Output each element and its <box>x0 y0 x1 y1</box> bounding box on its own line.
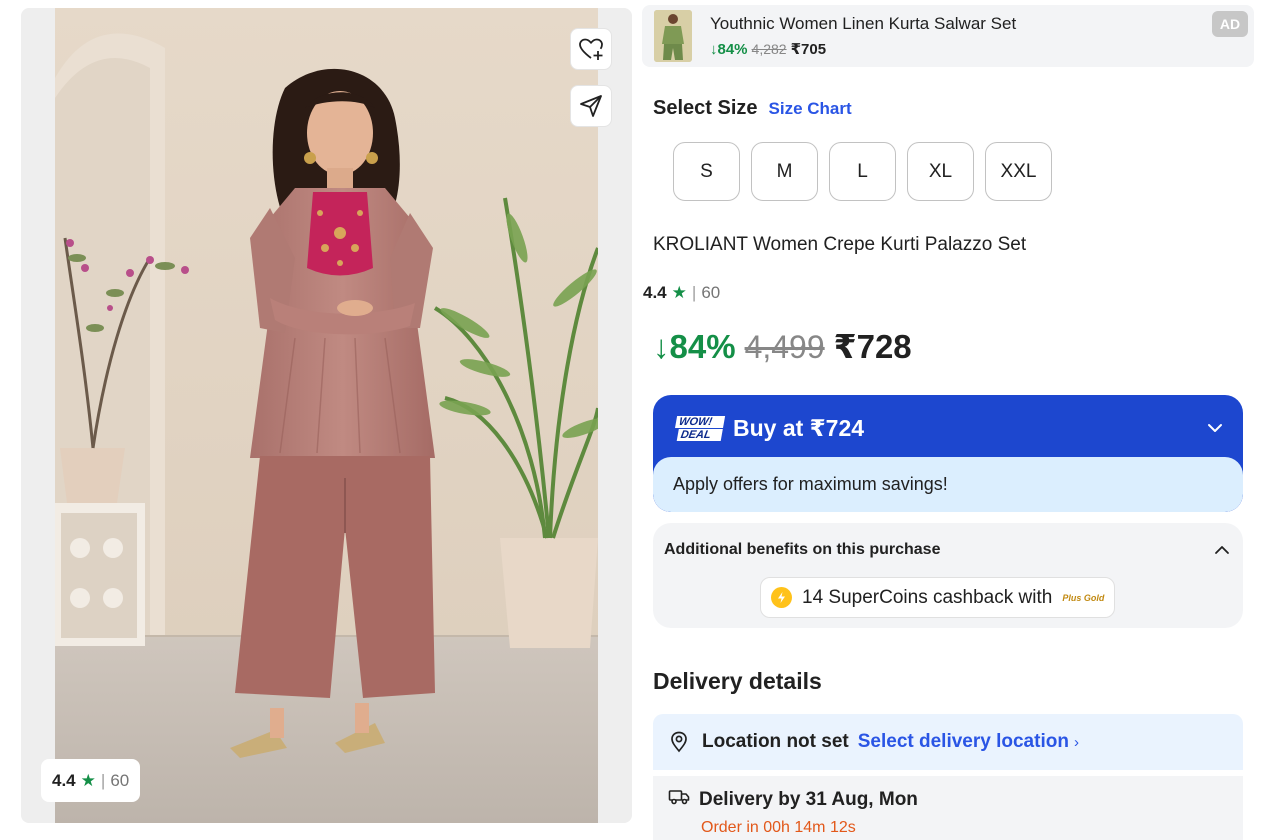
rating-count: 60 <box>110 770 130 790</box>
additional-benefits-card: Additional benefits on this purchase 14 … <box>653 523 1243 628</box>
supercoins-text: 14 SuperCoins cashback with <box>802 586 1053 608</box>
location-status: Location not set <box>702 731 849 752</box>
image-rating-chip: 4.4 ★ | 60 <box>41 759 141 802</box>
product-rating[interactable]: 4.4 ★ | 60 <box>643 283 720 303</box>
selling-price: ₹728 <box>833 328 912 365</box>
chevron-up-icon[interactable] <box>1213 541 1231 559</box>
size-options: S M L XL XXL <box>673 142 1052 201</box>
share-button[interactable] <box>570 85 612 127</box>
star-icon: ★ <box>671 283 687 302</box>
ad-badge: AD <box>1212 11 1248 37</box>
star-icon: ★ <box>80 770 96 790</box>
product-image[interactable] <box>55 8 598 823</box>
ad-price-row: ↓84% 4,282 ₹705 <box>710 40 826 58</box>
discount-percent: ↓84% <box>653 328 736 365</box>
order-countdown: Order in 00h 14m 12s <box>701 819 856 836</box>
select-location-link[interactable]: Select delivery location <box>858 731 1069 753</box>
delivery-details-heading: Delivery details <box>653 668 822 694</box>
plus-gold-label: Plus Gold <box>1062 592 1105 603</box>
location-pin-icon <box>671 731 687 753</box>
wow-deal-logo-line2: DEAL <box>676 428 723 441</box>
rating-value: 4.4 <box>52 770 76 790</box>
rating-value: 4.4 <box>643 283 667 302</box>
buy-at-price-label: Buy at ₹724 <box>733 414 865 441</box>
size-option-l[interactable]: L <box>829 142 896 201</box>
product-photo-illustration <box>55 8 598 823</box>
ad-product-thumbnail <box>654 10 692 62</box>
wow-deal-card[interactable]: WOW! DEAL Buy at ₹724 Apply offers for m… <box>653 395 1243 512</box>
size-option-xl[interactable]: XL <box>907 142 974 201</box>
mrp-price: 4,499 <box>744 329 825 365</box>
rating-count: 60 <box>701 283 721 302</box>
apply-offers-text: Apply offers for maximum savings! <box>653 457 1243 512</box>
chevron-right-icon: › <box>1073 733 1079 751</box>
supercoins-chip: 14 SuperCoins cashback with Plus Gold <box>760 577 1116 618</box>
select-size-label: Select Size <box>653 97 758 119</box>
delivery-estimate: Delivery by 31 Aug, Mon Order in 00h 14m… <box>653 776 1243 840</box>
ad-price: ₹705 <box>790 41 827 58</box>
benefits-title: Additional benefits on this purchase <box>664 541 941 558</box>
chevron-down-icon[interactable] <box>1205 418 1225 438</box>
size-header: Select Size Size Chart <box>653 97 852 120</box>
supercoin-icon <box>771 587 792 608</box>
delivery-date: Delivery by 31 Aug, Mon <box>699 789 918 810</box>
wishlist-add-icon <box>579 38 603 60</box>
rating-separator: | <box>100 770 106 790</box>
ad-product-title: Youthnic Women Linen Kurta Salwar Set <box>710 14 1017 33</box>
wow-deal-header[interactable]: WOW! DEAL Buy at ₹724 <box>653 395 1243 461</box>
wow-deal-logo-line1: WOW! <box>675 415 726 428</box>
share-icon <box>580 95 602 117</box>
location-bar[interactable]: Location not set Select delivery locatio… <box>653 714 1243 770</box>
wishlist-button[interactable] <box>570 28 612 70</box>
wow-deal-logo: WOW! DEAL <box>673 415 726 441</box>
size-option-m[interactable]: M <box>751 142 818 201</box>
product-gallery: 4.4 ★ | 60 <box>21 8 632 823</box>
ad-discount: ↓84% <box>710 41 748 58</box>
rating-separator: | <box>691 283 697 302</box>
price-row: ↓84% 4,499 ₹728 <box>653 327 912 366</box>
product-title: KROLIANT Women Crepe Kurti Palazzo Set <box>653 234 1027 255</box>
size-option-xxl[interactable]: XXL <box>985 142 1052 201</box>
ad-mrp: 4,282 <box>751 41 787 57</box>
truck-icon <box>668 790 690 805</box>
size-option-s[interactable]: S <box>673 142 740 201</box>
ad-thumbnail-illustration <box>654 10 692 62</box>
sponsored-product-card[interactable]: Youthnic Women Linen Kurta Salwar Set ↓8… <box>642 5 1254 67</box>
size-chart-link[interactable]: Size Chart <box>769 99 852 119</box>
